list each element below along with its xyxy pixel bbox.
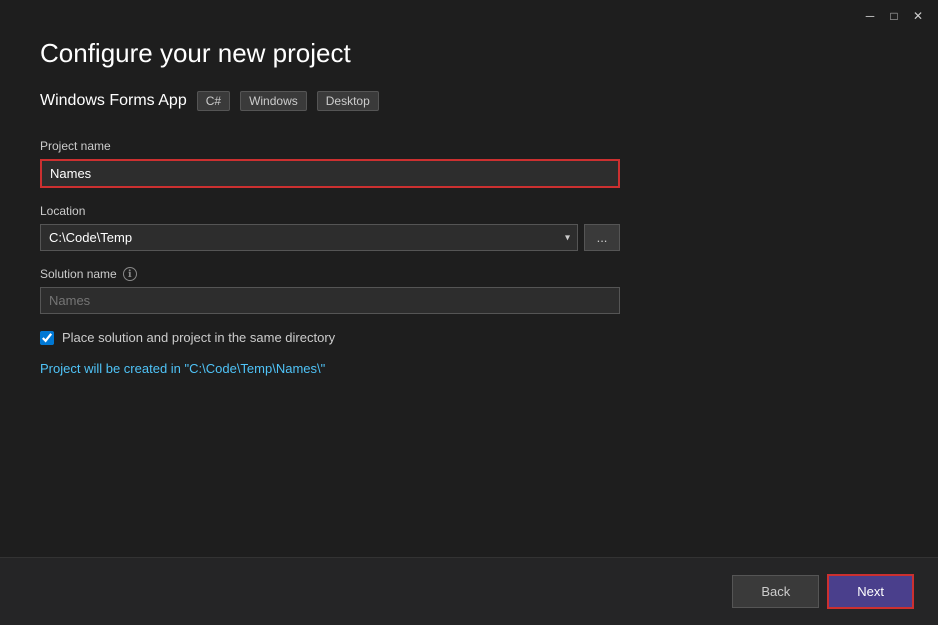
app-type-row: Windows Forms App C# Windows Desktop — [40, 91, 898, 111]
project-name-input[interactable] — [42, 161, 618, 186]
solution-name-label-row: Solution name ℹ — [40, 267, 898, 281]
project-name-border-wrapper — [40, 159, 620, 188]
close-button[interactable]: ✕ — [910, 8, 926, 24]
app-type-label: Windows Forms App — [40, 92, 187, 110]
info-icon: ℹ — [123, 267, 137, 281]
location-row: C:\Code\Temp ▾ ... — [40, 224, 620, 251]
page-title: Configure your new project — [40, 38, 898, 69]
bottom-bar: Back Next — [0, 557, 938, 625]
browse-button[interactable]: ... — [584, 224, 620, 251]
project-path-info: Project will be created in "C:\Code\Temp… — [40, 361, 898, 376]
location-select-wrapper: C:\Code\Temp ▾ — [40, 224, 578, 251]
project-name-label: Project name — [40, 139, 898, 153]
same-directory-checkbox[interactable] — [40, 331, 54, 345]
next-button[interactable]: Next — [827, 574, 914, 609]
location-select[interactable]: C:\Code\Temp — [40, 224, 578, 251]
minimize-button[interactable]: ─ — [862, 8, 878, 24]
project-name-group: Project name — [40, 139, 898, 188]
tag-windows: Windows — [240, 91, 307, 111]
solution-name-label: Solution name — [40, 267, 117, 281]
main-container: Configure your new project Windows Forms… — [0, 0, 938, 406]
title-bar: ─ □ ✕ — [850, 0, 938, 32]
tag-desktop: Desktop — [317, 91, 379, 111]
location-group: Location C:\Code\Temp ▾ ... — [40, 204, 898, 251]
tag-csharp: C# — [197, 91, 230, 111]
project-path-value: "C:\Code\Temp\Names\" — [185, 361, 326, 376]
location-label: Location — [40, 204, 898, 218]
same-directory-row: Place solution and project in the same d… — [40, 330, 898, 345]
project-path-prefix: Project will be created in — [40, 361, 185, 376]
solution-name-group: Solution name ℹ — [40, 267, 898, 314]
same-directory-label: Place solution and project in the same d… — [62, 330, 335, 345]
solution-name-input[interactable] — [40, 287, 620, 314]
project-name-highlight-border — [40, 159, 620, 188]
back-button[interactable]: Back — [732, 575, 819, 608]
maximize-button[interactable]: □ — [886, 8, 902, 24]
